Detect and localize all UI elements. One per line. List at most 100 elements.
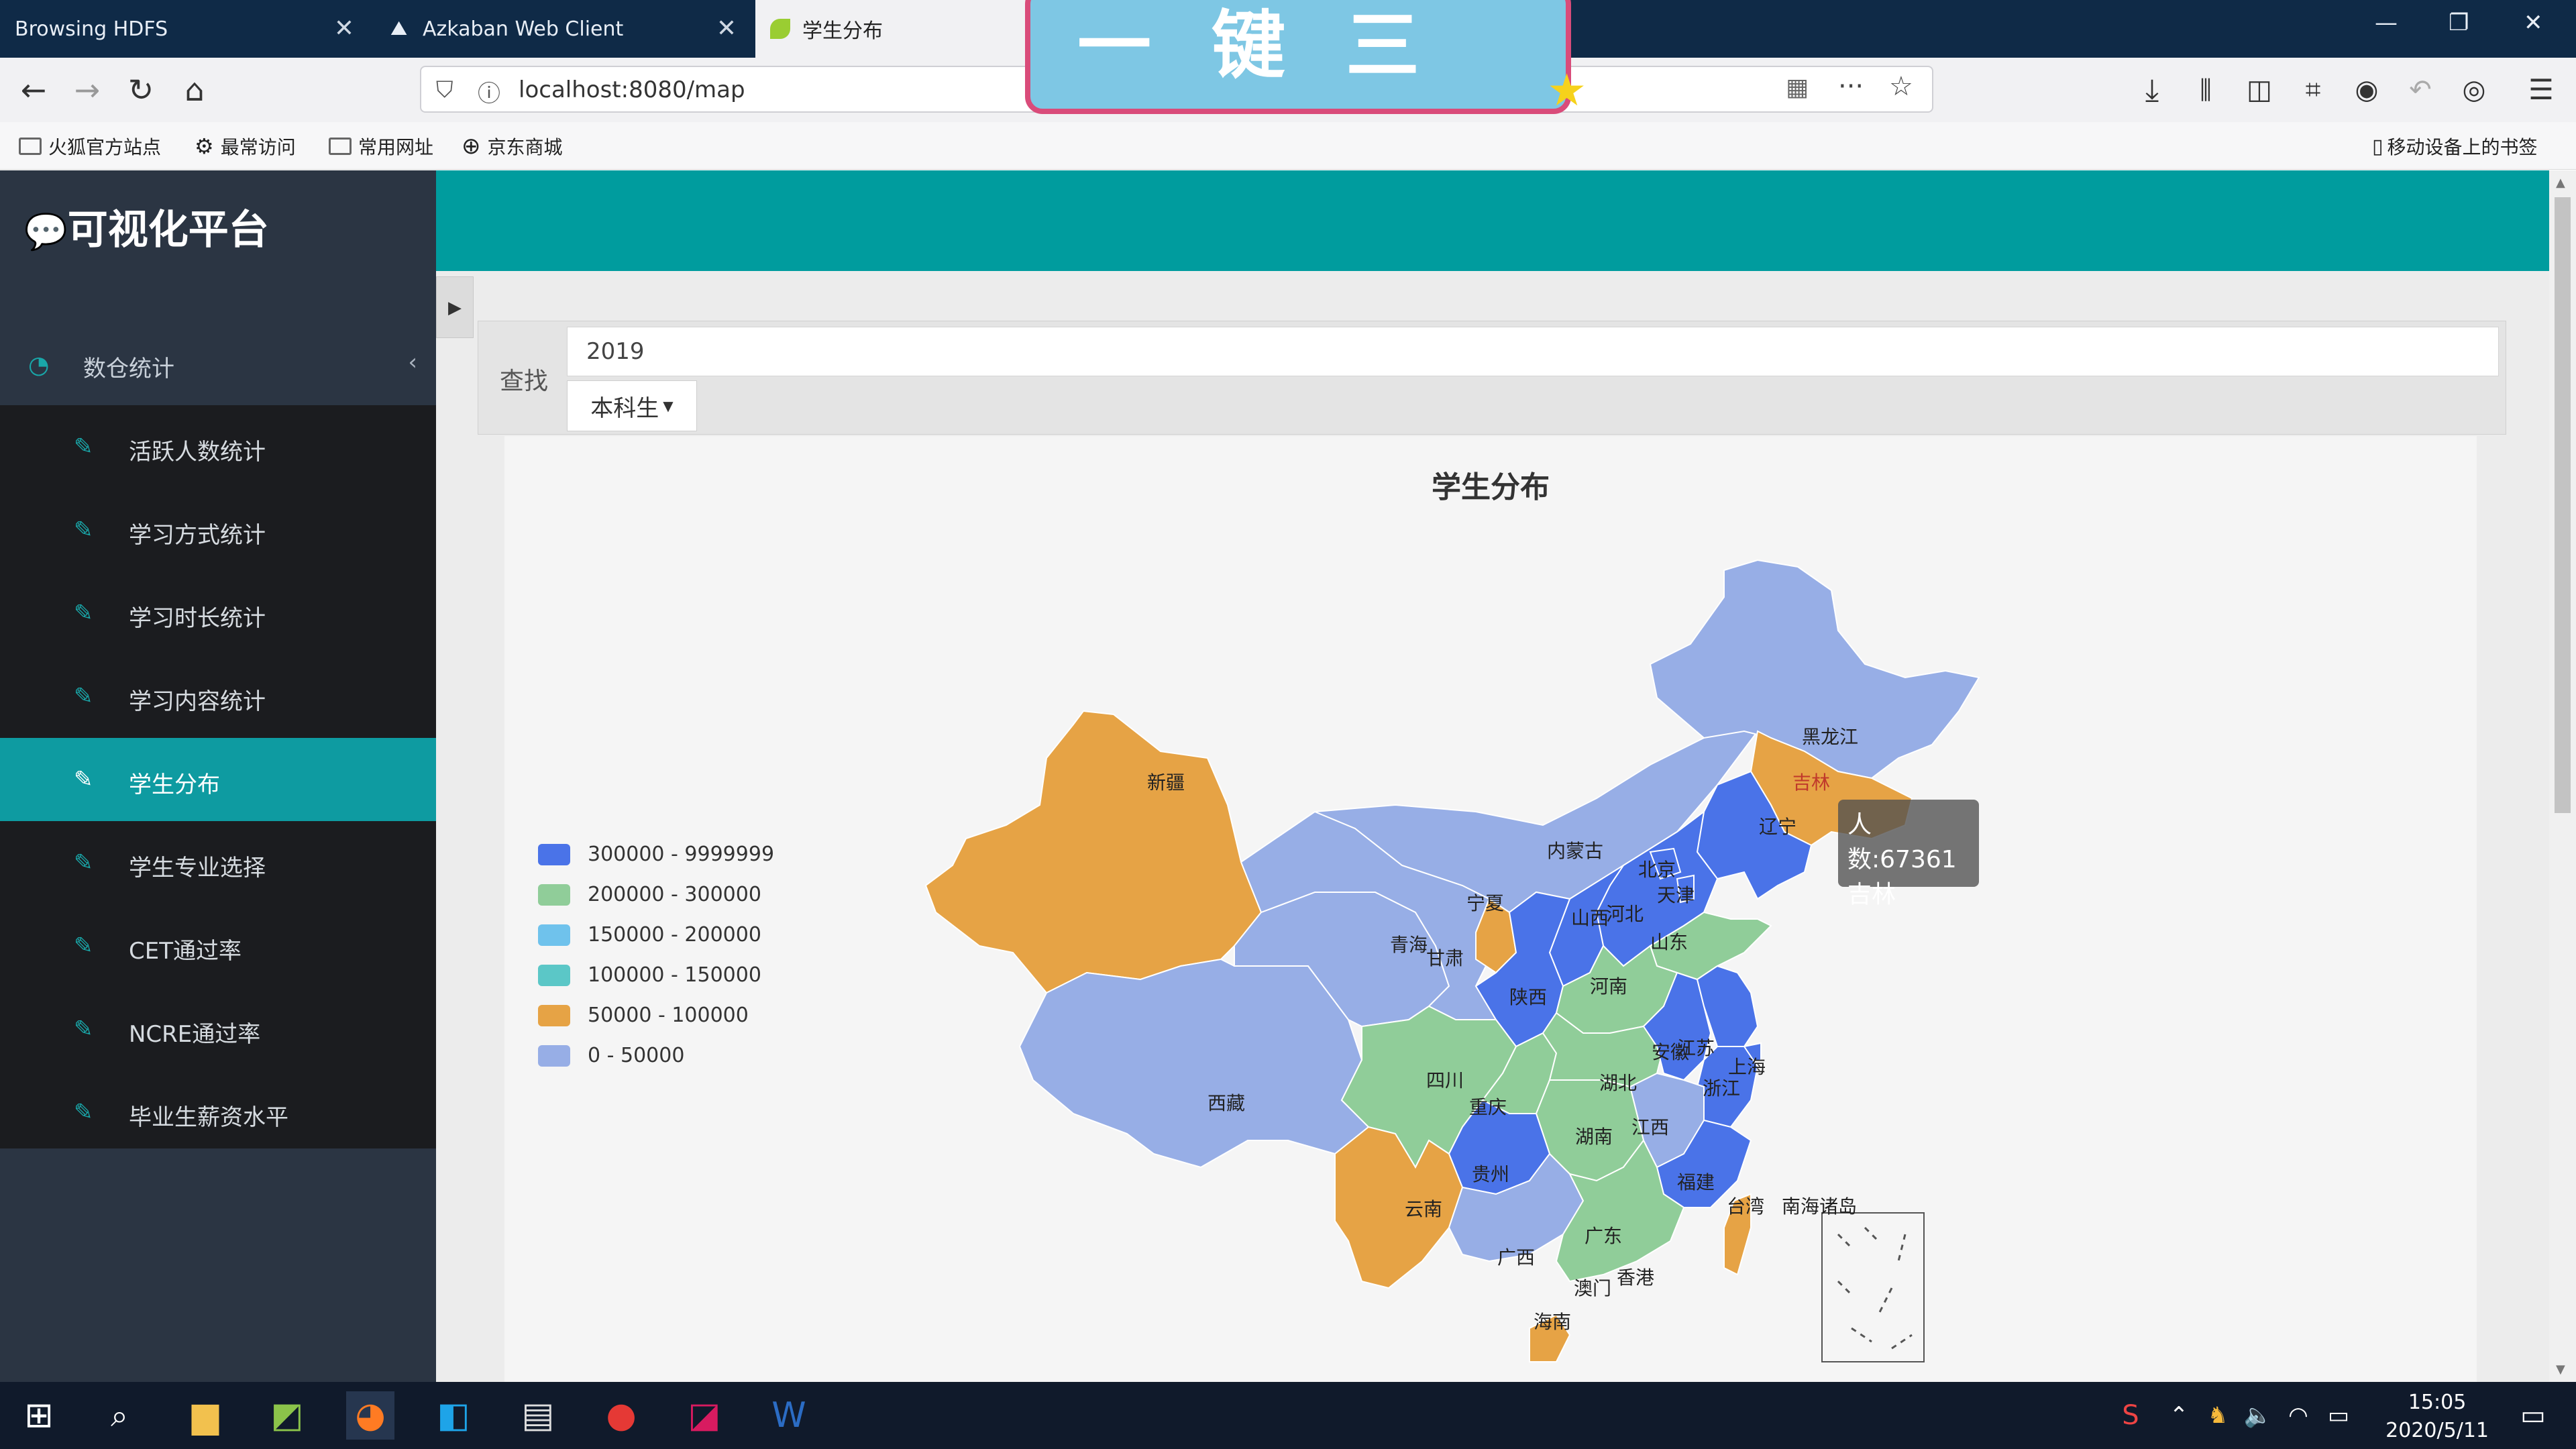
minimize-icon[interactable]: — <box>2375 9 2398 36</box>
tab-browsing-hdfs[interactable]: Browsing HDFS ✕ <box>0 0 373 58</box>
label-fujian: 福建 <box>1677 1171 1715 1193</box>
intellij-icon[interactable]: ◪ <box>680 1391 729 1440</box>
label-shaanxi: 陕西 <box>1509 986 1547 1008</box>
label-hongkong: 香港 <box>1617 1267 1654 1289</box>
menu-item-graduate-salary[interactable]: ✎ 毕业生薪资水平 <box>0 1071 436 1154</box>
province-tibet[interactable] <box>1018 958 1370 1169</box>
label-neimenggu: 内蒙古 <box>1547 840 1603 862</box>
bookmark-item[interactable]: ⚙ 最常访问 <box>195 133 296 160</box>
province-yunnan[interactable] <box>1334 1126 1464 1289</box>
info-icon[interactable]: ⓘ <box>478 75 500 108</box>
firefox-icon[interactable]: ◕ <box>346 1391 394 1440</box>
record-icon[interactable]: ● <box>597 1391 645 1440</box>
account-icon[interactable]: ◎ <box>2453 68 2496 111</box>
edit-icon: ✎ <box>74 766 93 793</box>
label-qinghai: 青海 <box>1390 934 1428 956</box>
word-icon[interactable]: W <box>765 1391 813 1440</box>
bookmark-label: 火狐官方站点 <box>48 136 162 158</box>
label-tibet: 西藏 <box>1208 1092 1245 1114</box>
overlay-banner: 一键三连 <box>1025 0 1571 114</box>
menu-item-study-method[interactable]: ✎ 学习方式统计 <box>0 488 436 572</box>
edit-icon: ✎ <box>74 1016 93 1042</box>
edit-icon: ✎ <box>74 600 93 627</box>
caret-down-icon: ▼ <box>663 398 674 414</box>
label-hainan: 海南 <box>1534 1311 1571 1333</box>
tab-azkaban[interactable]: ⛰ Azkaban Web Client ✕ <box>376 0 755 58</box>
forward-icon[interactable]: → <box>66 68 109 111</box>
label-taiwan: 台湾 <box>1727 1195 1764 1218</box>
label-liaoning: 辽宁 <box>1759 816 1796 838</box>
menu-item-student-distribution[interactable]: ✎ 学生分布 <box>0 738 436 821</box>
battery-icon[interactable]: ▭ <box>2314 1391 2363 1440</box>
edit-icon: ✎ <box>74 433 93 460</box>
terminal-icon[interactable]: ▤ <box>514 1391 562 1440</box>
bookmark-star-icon[interactable]: ☆ <box>1889 71 1913 102</box>
label-macau: 澳门 <box>1574 1277 1611 1299</box>
library-icon[interactable]: ⫼ <box>2184 68 2227 111</box>
screenshot-icon[interactable]: ⌗ <box>2292 68 2334 111</box>
scroll-down-icon[interactable]: ▼ <box>2556 1362 2565 1377</box>
student-type-dropdown[interactable]: 本科生 ▼ <box>567 380 697 431</box>
menu-icon[interactable]: ☰ <box>2520 68 2563 111</box>
shield-icon: ⛉ <box>436 76 453 103</box>
china-map: 新疆 西藏 青海 甘肃 宁夏 内蒙古 黑龙江 吉林 辽宁 北京 天津 河北 山西… <box>924 559 1980 1362</box>
folder-icon <box>19 138 42 155</box>
app-icon[interactable]: ◩ <box>263 1391 311 1440</box>
scroll-up-icon[interactable]: ▲ <box>2556 176 2565 190</box>
more-options-icon[interactable]: ··· <box>1838 71 1864 102</box>
vertical-scrollbar[interactable]: ▲ ▼ <box>2549 170 2576 1382</box>
label-ningxia: 宁夏 <box>1466 892 1504 914</box>
label-shandong: 山东 <box>1650 931 1688 953</box>
windows-start-icon[interactable]: ⊞ <box>15 1391 63 1440</box>
search-icon[interactable]: ⌕ <box>95 1391 144 1440</box>
menu-item-study-duration[interactable]: ✎ 学习时长统计 <box>0 572 436 655</box>
restore-icon[interactable]: ❐ <box>2449 9 2469 36</box>
system-clock[interactable]: 15:05 2020/5/11 <box>2385 1389 2489 1445</box>
file-explorer-icon[interactable]: ▆ <box>181 1391 229 1440</box>
download-icon[interactable]: ⤓ <box>2131 68 2174 111</box>
reload-icon[interactable]: ↻ <box>119 68 162 111</box>
input-method-icon[interactable]: S <box>2106 1391 2155 1440</box>
close-window-icon[interactable]: ✕ <box>2524 9 2543 36</box>
label-hebei: 河北 <box>1606 903 1644 925</box>
app-window-icon[interactable]: ◧ <box>429 1391 478 1440</box>
menu-group-warehouse-stats[interactable]: ◔ 数仓统计 ‹ <box>0 322 436 405</box>
edit-icon: ✎ <box>74 849 93 876</box>
label-jiangxi: 江西 <box>1631 1116 1669 1138</box>
bookmark-item[interactable]: 常用网址 <box>329 133 433 160</box>
chat-bubble-icon: 💬 <box>24 212 68 252</box>
scrollbar-thumb[interactable] <box>2555 197 2571 813</box>
south-sea-dashes <box>1837 1226 1913 1350</box>
menu-item-active-users[interactable]: ✎ 活跃人数统计 <box>0 405 436 488</box>
edit-icon: ✎ <box>74 683 93 710</box>
province-xinjiang[interactable] <box>924 710 1263 994</box>
sidebar-toggle-icon[interactable]: ▶ <box>436 276 474 338</box>
close-tab-icon[interactable]: ✕ <box>334 15 354 42</box>
year-input[interactable] <box>567 327 2499 376</box>
chat-icon[interactable]: ◉ <box>2345 68 2388 111</box>
bookmark-label: 最常访问 <box>220 136 296 158</box>
label-guizhou: 贵州 <box>1472 1163 1509 1185</box>
qr-code-icon[interactable]: ▦ <box>1786 74 1809 101</box>
home-icon[interactable]: ⌂ <box>173 68 216 111</box>
menu-item-study-content[interactable]: ✎ 学习内容统计 <box>0 655 436 738</box>
label-beijing: 北京 <box>1638 859 1676 881</box>
label-gansu: 甘肃 <box>1426 947 1464 969</box>
menu-item-cet-pass-rate[interactable]: ✎ CET通过率 <box>0 904 436 987</box>
notification-icon[interactable]: ▭ <box>2509 1391 2557 1440</box>
brand-title: 可视化平台 <box>67 207 269 254</box>
bookmarks-bar: 火狐官方站点 ⚙ 最常访问 常用网址 ⊕ 京东商城 ▯ 移动设备上的书签 <box>0 122 2576 170</box>
menu-item-ncre-pass-rate[interactable]: ✎ NCRE通过率 <box>0 987 436 1071</box>
bookmark-item[interactable]: ⊕ 京东商城 <box>462 133 563 160</box>
menu-item-major-selection[interactable]: ✎ 学生专业选择 <box>0 821 436 904</box>
url-text[interactable]: localhost:8080/map <box>519 76 745 103</box>
map-tooltip: 人数:67361 吉林 <box>1838 800 1979 908</box>
back-icon[interactable]: ← <box>12 68 55 111</box>
close-tab-icon[interactable]: ✕ <box>716 15 737 42</box>
sidebar-icon[interactable]: ◫ <box>2238 68 2281 111</box>
bookmark-item[interactable]: 火狐官方站点 <box>19 133 161 160</box>
undo-icon[interactable]: ↶ <box>2399 68 2442 111</box>
tab-title: Azkaban Web Client <box>423 17 624 41</box>
mobile-bookmarks[interactable]: ▯ 移动设备上的书签 <box>2372 133 2538 160</box>
sidebar: 💬可视化平台 ◔ 数仓统计 ‹ ✎ 活跃人数统计 ✎ 学习方式统计 ✎ 学习时长统计 … <box>0 170 436 1382</box>
